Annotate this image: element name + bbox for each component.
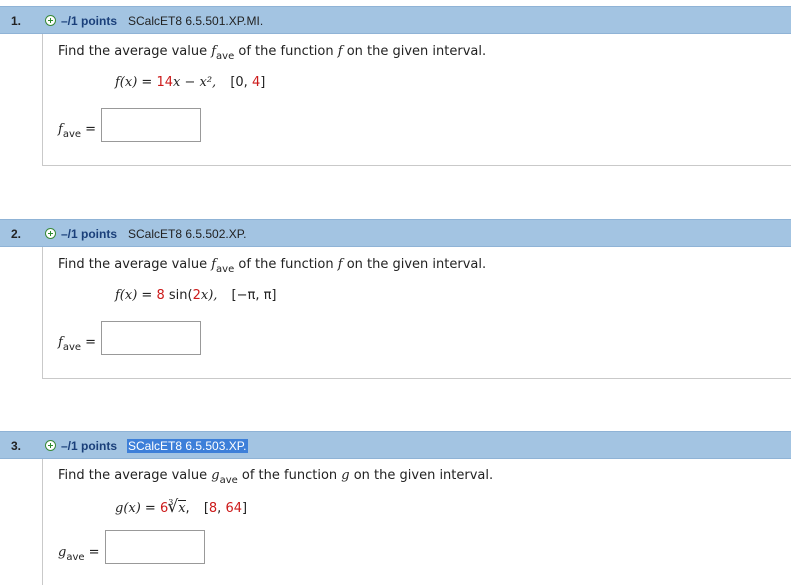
comma: ,: [185, 501, 190, 516]
answer-eq: =: [81, 122, 97, 137]
question-3: 3. –/1 points SCalcET8 6.5.503.XP. Find …: [0, 431, 791, 585]
avg-sub: ave: [219, 475, 238, 486]
question-prompt: Find the average value fave of the funct…: [58, 257, 486, 275]
avg-sub: ave: [216, 264, 235, 275]
function-formula: g(x) = 63√x, [8, 64]: [115, 497, 247, 517]
root-arg: x: [178, 500, 186, 516]
radical-sign-icon: √: [167, 497, 179, 517]
question-number: 2.: [11, 227, 22, 241]
question-body: Find the average value fave of the funct…: [42, 247, 791, 379]
prompt-text: of the function: [234, 44, 338, 59]
prompt-text: Find the average value: [58, 44, 212, 59]
question-header: 1. –/1 points SCalcET8 6.5.501.XP.MI.: [0, 6, 791, 34]
prompt-text: on the given interval.: [342, 44, 487, 59]
question-reference: SCalcET8 6.5.502.XP.: [128, 227, 247, 241]
question-header: 2. –/1 points SCalcET8 6.5.502.XP.: [0, 219, 791, 247]
answer-eq: =: [81, 335, 97, 350]
question-1: 1. –/1 points SCalcET8 6.5.501.XP.MI. Fi…: [0, 6, 791, 166]
formula-rhs: x),: [200, 288, 218, 303]
plus-circle-icon[interactable]: [45, 15, 56, 26]
interval: [0, 4]: [230, 75, 265, 90]
points-label[interactable]: –/1 points: [61, 14, 117, 28]
points-label[interactable]: –/1 points: [61, 227, 117, 241]
answer-label: fave =: [58, 335, 96, 353]
prompt-text: on the given interval.: [349, 468, 494, 483]
interval: [8, 64]: [204, 501, 247, 516]
answer-label: fave =: [58, 122, 96, 140]
formula-coefficient: 14: [156, 75, 174, 90]
interval-value: 8: [208, 501, 218, 516]
formula-lhs: f(x): [115, 75, 138, 90]
plus-circle-icon[interactable]: [45, 440, 56, 451]
cube-root: 3√x: [167, 497, 186, 517]
question-reference: SCalcET8 6.5.503.XP.: [127, 439, 248, 453]
formula-rhs: sin(: [164, 288, 193, 303]
formula-coefficient: 2: [192, 288, 201, 303]
question-header: 3. –/1 points SCalcET8 6.5.503.XP.: [0, 431, 791, 459]
avg-var: g: [211, 468, 220, 483]
question-reference: SCalcET8 6.5.501.XP.MI.: [128, 14, 264, 28]
question-prompt: Find the average value gave of the funct…: [58, 468, 493, 486]
points-label[interactable]: –/1 points: [61, 439, 117, 453]
answer-sub: ave: [62, 129, 82, 140]
interval-close: ]: [260, 75, 266, 90]
question-body: Find the average value gave of the funct…: [42, 459, 791, 585]
plus-circle-icon[interactable]: [45, 228, 56, 239]
answer-input[interactable]: [105, 530, 205, 564]
answer-input[interactable]: [101, 108, 201, 142]
interval-value: 64: [225, 501, 242, 516]
question-number: 1.: [11, 14, 22, 28]
answer-eq: =: [84, 545, 100, 560]
question-number: 3.: [11, 439, 22, 453]
function-formula: f(x) = 8 sin(2x), [−π, π]: [115, 288, 277, 303]
interval-open: [0,: [230, 75, 252, 90]
answer-sub: ave: [62, 342, 82, 353]
formula-lhs: f(x): [115, 288, 138, 303]
formula-coefficient: 8: [156, 288, 165, 303]
interval-value: 4: [251, 75, 261, 90]
prompt-text: of the function: [234, 257, 338, 272]
question-2: 2. –/1 points SCalcET8 6.5.502.XP. Find …: [0, 219, 791, 379]
answer-label: gave =: [58, 545, 100, 563]
question-body: Find the average value fave of the funct…: [42, 34, 791, 166]
formula-rhs: x − x²,: [173, 75, 217, 90]
interval-close: ]: [241, 501, 248, 516]
function-formula: f(x) = 14x − x², [0, 4]: [115, 75, 265, 90]
answer-sub: ave: [66, 552, 85, 563]
prompt-text: Find the average value: [58, 257, 212, 272]
formula-eq: =: [137, 288, 157, 303]
func-var: g: [341, 468, 350, 483]
formula-eq: =: [137, 75, 157, 90]
formula-lhs: g(x): [115, 501, 141, 516]
avg-sub: ave: [216, 51, 235, 62]
question-prompt: Find the average value fave of the funct…: [58, 44, 486, 62]
prompt-text: Find the average value: [58, 468, 212, 483]
prompt-text: on the given interval.: [342, 257, 487, 272]
prompt-text: of the function: [237, 468, 342, 483]
answer-input[interactable]: [101, 321, 201, 355]
formula-eq: =: [140, 501, 160, 516]
interval: [−π, π]: [231, 288, 277, 303]
